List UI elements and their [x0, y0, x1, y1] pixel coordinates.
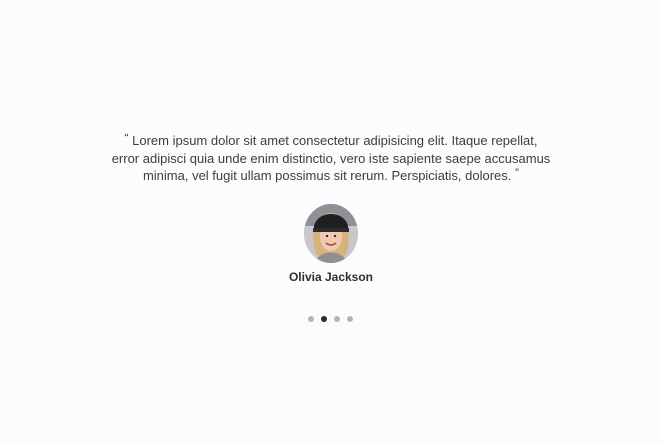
- quote-open-mark: “: [124, 131, 129, 145]
- carousel-pagination: [308, 316, 353, 323]
- carousel-dot-4[interactable]: [347, 316, 353, 322]
- testimonial-quote: “ Lorem ipsum dolor sit amet consectetur…: [110, 131, 552, 185]
- author-name: Olivia Jackson: [288, 270, 374, 284]
- carousel-dot-2[interactable]: [321, 316, 327, 322]
- quote-text: Lorem ipsum dolor sit amet consectetur a…: [111, 133, 551, 183]
- testimonial-slider: “ Lorem ipsum dolor sit amet consectetur…: [0, 0, 662, 445]
- avatar: [304, 204, 358, 263]
- carousel-dot-3[interactable]: [334, 316, 340, 322]
- carousel-dot-1[interactable]: [308, 316, 314, 322]
- quote-close-mark: ”: [515, 166, 520, 180]
